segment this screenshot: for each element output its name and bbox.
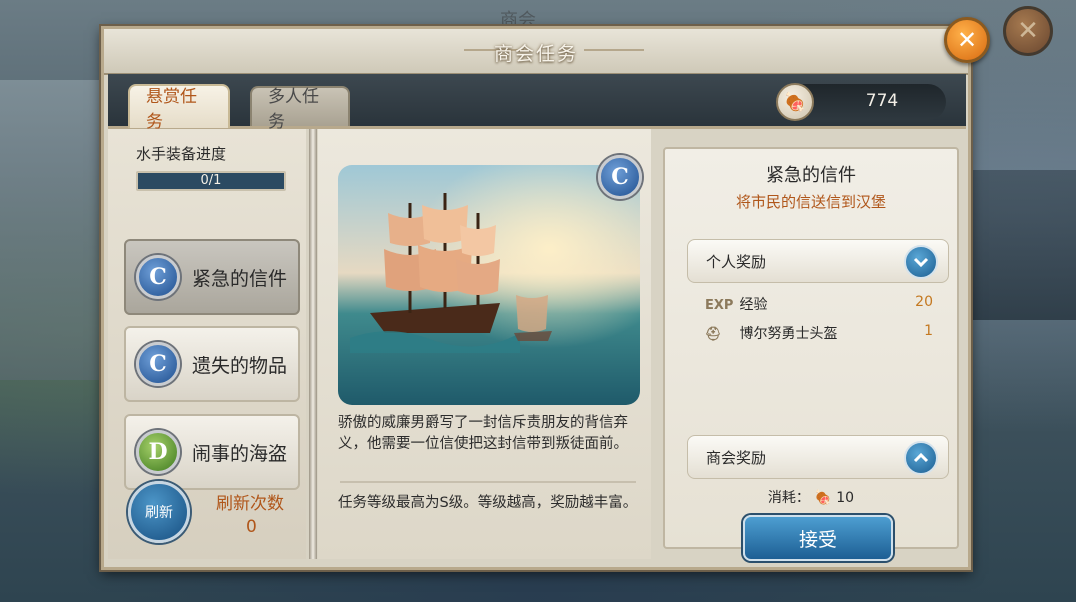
helmet-icon: ⛑ <box>705 327 722 342</box>
quest-item-urgent-letter[interactable]: C 紧急的信件 <box>124 239 300 315</box>
quest-grade-badge: C <box>598 155 642 199</box>
reward-row-helmet: ⛑ 博尔努勇士头盔 1 <box>705 323 945 343</box>
reward-row-exp: EXP 经验 20 <box>705 294 945 314</box>
personal-reward-header[interactable]: 个人奖励 <box>687 239 949 283</box>
equipment-progress-bar: 0/1 <box>136 171 286 191</box>
title-ornament-right <box>584 49 644 51</box>
guild-reward-header[interactable]: 商会奖励 <box>687 435 949 479</box>
guild-reward-label: 商会奖励 <box>706 448 767 467</box>
personal-reward-label: 个人奖励 <box>706 252 767 271</box>
dialog-title: 商会任务 <box>493 43 578 65</box>
reward-quest-subtitle: 将市民的信送信到汉堡 <box>735 193 886 211</box>
close-button[interactable]: ✕ <box>944 17 990 63</box>
meat-icon: 🍖 <box>776 83 814 121</box>
reward-name: 经验 <box>739 297 768 313</box>
background-close-icon[interactable]: ✕ <box>1003 6 1053 56</box>
meat-icon: 🍖 <box>814 490 832 506</box>
tab-bounty-quests[interactable]: 悬赏任务 <box>128 84 230 132</box>
reward-value: 20 <box>915 294 933 310</box>
description-separator <box>340 481 636 483</box>
cost-label: 消耗： <box>767 490 810 506</box>
quest-label: 闹事的海盗 <box>192 442 288 465</box>
close-icon: ✕ <box>956 26 978 54</box>
currency-value: 774 <box>865 91 899 111</box>
quest-detail-panel: C 骄傲的威廉男爵写了一封信斥责朋友的背信弃义，他需要一位信使把这封信带到叛徒面… <box>318 129 651 559</box>
dialog-titlebar: 商会任务 <box>104 29 968 75</box>
reward-name: 博尔努勇士头盔 <box>739 326 838 342</box>
background-ship <box>966 170 1076 320</box>
quest-item-pirates[interactable]: D 闹事的海盗 <box>124 414 300 490</box>
quest-item-lost-items[interactable]: C 遗失的物品 <box>124 326 300 402</box>
cost-value: 10 <box>836 490 855 506</box>
chevron-up-icon[interactable] <box>904 441 938 475</box>
tab-multiplayer-quests[interactable]: 多人任务 <box>250 86 350 132</box>
distant-ship-icon <box>514 295 552 341</box>
cost-row: 消耗： 🍖 10 <box>665 487 957 507</box>
ship-illustration <box>338 165 640 405</box>
quest-description: 骄傲的威廉男爵写了一封信斥责朋友的背信弃义，他需要一位信使把这封信带到叛徒面前。 <box>338 415 628 452</box>
progress-text: 0/1 <box>200 173 222 188</box>
grade-d-badge: D <box>136 430 180 474</box>
quest-label: 紧急的信件 <box>192 267 288 290</box>
exp-icon: EXP <box>705 298 734 313</box>
refresh-button[interactable]: 刷新 <box>128 481 190 543</box>
currency-display: 🍖 774 <box>776 83 946 121</box>
quest-list-panel: 水手装备进度 0/1 C 紧急的信件 C 遗失的物品 D 闹事的海盗 刷新 刷新… <box>108 129 306 559</box>
chevron-down-icon[interactable] <box>904 245 938 279</box>
tab-bar: 悬赏任务 多人任务 🍖 774 <box>108 74 966 132</box>
accept-button[interactable]: 接受 <box>743 515 893 561</box>
reward-quest-title: 紧急的信件 <box>766 165 856 186</box>
reward-panel: 紧急的信件 将市民的信送信到汉堡 个人奖励 EXP 经验 20 ⛑ 博尔努勇士头… <box>663 147 959 561</box>
quest-grade-hint: 任务等级最高为S级。等级越高，奖励越丰富。 <box>338 495 638 511</box>
ship-icon <box>350 193 520 353</box>
refresh-count-label: 刷新次数 <box>216 494 284 514</box>
guild-quest-dialog: 商会任务 ✕ 悬赏任务 多人任务 🍖 774 水手装备进度 0/1 C 紧急的信… <box>101 17 990 570</box>
quest-label: 遗失的物品 <box>192 354 288 377</box>
grade-c-badge: C <box>136 255 180 299</box>
background-building <box>0 80 100 380</box>
grade-c-badge: C <box>136 342 180 386</box>
column-divider <box>309 129 317 559</box>
refresh-count: 0 <box>246 517 257 537</box>
reward-value: 1 <box>924 323 933 339</box>
equipment-progress-label: 水手装备进度 <box>136 145 227 163</box>
